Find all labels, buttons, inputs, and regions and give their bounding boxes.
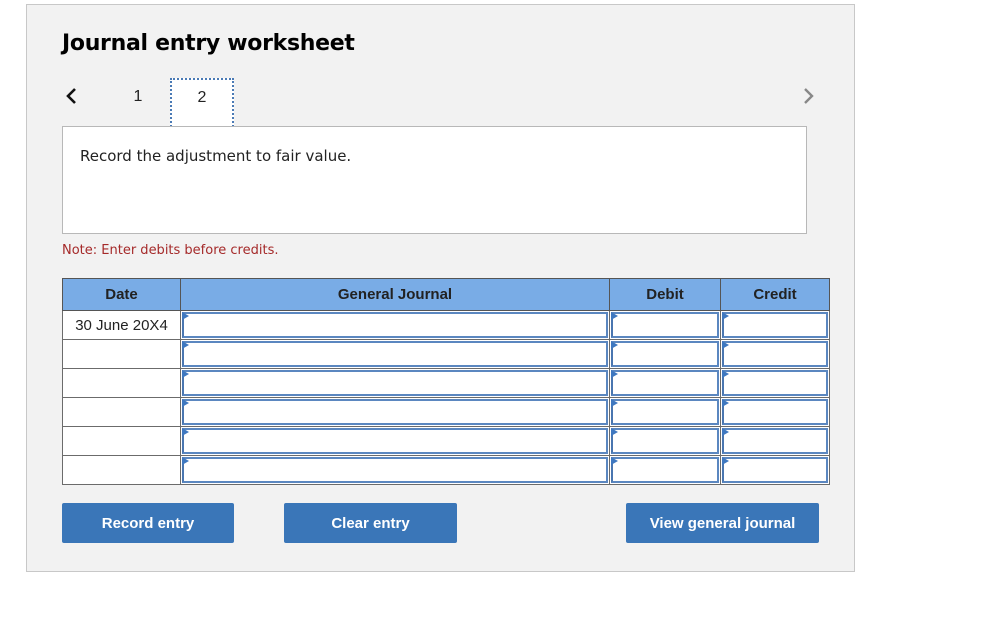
debit-input[interactable] bbox=[611, 457, 719, 483]
account-input[interactable] bbox=[182, 370, 608, 396]
account-cell bbox=[180, 339, 610, 369]
table-row: 30 June 20X4 bbox=[62, 310, 830, 340]
prompt-text: Record the adjustment to fair value. bbox=[80, 147, 352, 165]
table-row bbox=[62, 339, 830, 369]
dropdown-marker-icon bbox=[182, 428, 189, 436]
credit-input[interactable] bbox=[722, 457, 828, 483]
dropdown-marker-icon bbox=[722, 312, 729, 320]
credit-input[interactable] bbox=[722, 341, 828, 367]
dropdown-marker-icon bbox=[611, 312, 618, 320]
table-row bbox=[62, 455, 830, 485]
dropdown-marker-icon bbox=[722, 341, 729, 349]
credit-cell bbox=[720, 397, 830, 427]
chevron-right-icon bbox=[804, 88, 814, 104]
dropdown-marker-icon bbox=[611, 428, 618, 436]
record-entry-button[interactable]: Record entry bbox=[62, 503, 234, 543]
tab-2[interactable]: 2 bbox=[170, 78, 234, 130]
account-cell bbox=[180, 397, 610, 427]
date-cell: 30 June 20X4 bbox=[62, 310, 181, 340]
dropdown-marker-icon bbox=[182, 370, 189, 378]
credit-input[interactable] bbox=[722, 399, 828, 425]
dropdown-marker-icon bbox=[611, 399, 618, 407]
dropdown-marker-icon bbox=[182, 457, 189, 465]
debit-input[interactable] bbox=[611, 341, 719, 367]
note-text: Note: Enter debits before credits. bbox=[62, 243, 279, 258]
dropdown-marker-icon bbox=[182, 312, 189, 320]
debit-cell bbox=[609, 455, 721, 485]
credit-cell bbox=[720, 368, 830, 398]
worksheet-panel: Journal entry worksheet 1 2 Record the a… bbox=[26, 4, 855, 572]
table-row bbox=[62, 397, 830, 427]
debit-cell bbox=[609, 368, 721, 398]
account-input[interactable] bbox=[182, 399, 608, 425]
page-title: Journal entry worksheet bbox=[62, 31, 355, 56]
column-header-debit: Debit bbox=[609, 278, 721, 311]
date-cell bbox=[62, 455, 181, 485]
column-header-date: Date bbox=[62, 278, 181, 311]
tab-1[interactable]: 1 bbox=[123, 78, 153, 128]
table-header-row: Date General Journal Debit Credit bbox=[62, 278, 830, 311]
dropdown-marker-icon bbox=[611, 341, 618, 349]
table-row bbox=[62, 368, 830, 398]
column-header-general-journal: General Journal bbox=[180, 278, 610, 311]
credit-cell bbox=[720, 339, 830, 369]
prompt-box: Record the adjustment to fair value. bbox=[62, 126, 807, 234]
credit-input[interactable] bbox=[722, 370, 828, 396]
credit-cell bbox=[720, 426, 830, 456]
account-cell bbox=[180, 455, 610, 485]
dropdown-marker-icon bbox=[722, 370, 729, 378]
debit-input[interactable] bbox=[611, 312, 719, 338]
account-cell bbox=[180, 310, 610, 340]
debit-input[interactable] bbox=[611, 370, 719, 396]
clear-entry-button[interactable]: Clear entry bbox=[284, 503, 457, 543]
chevron-left-icon bbox=[66, 88, 76, 104]
date-cell bbox=[62, 426, 181, 456]
dropdown-marker-icon bbox=[722, 399, 729, 407]
debit-cell bbox=[609, 339, 721, 369]
column-header-credit: Credit bbox=[720, 278, 830, 311]
view-general-journal-button[interactable]: View general journal bbox=[626, 503, 819, 543]
dropdown-marker-icon bbox=[611, 370, 618, 378]
date-cell bbox=[62, 368, 181, 398]
account-input[interactable] bbox=[182, 428, 608, 454]
debit-cell bbox=[609, 397, 721, 427]
table-row bbox=[62, 426, 830, 456]
prev-button[interactable] bbox=[63, 85, 79, 107]
account-cell bbox=[180, 368, 610, 398]
account-input[interactable] bbox=[182, 341, 608, 367]
dropdown-marker-icon bbox=[611, 457, 618, 465]
journal-table: Date General Journal Debit Credit 30 Jun… bbox=[62, 278, 830, 485]
dropdown-marker-icon bbox=[182, 341, 189, 349]
dropdown-marker-icon bbox=[722, 428, 729, 436]
debit-input[interactable] bbox=[611, 399, 719, 425]
debit-cell bbox=[609, 310, 721, 340]
date-cell bbox=[62, 397, 181, 427]
account-cell bbox=[180, 426, 610, 456]
account-input[interactable] bbox=[182, 312, 608, 338]
dropdown-marker-icon bbox=[722, 457, 729, 465]
debit-input[interactable] bbox=[611, 428, 719, 454]
credit-input[interactable] bbox=[722, 428, 828, 454]
credit-cell bbox=[720, 310, 830, 340]
date-cell bbox=[62, 339, 181, 369]
next-button[interactable] bbox=[801, 85, 817, 107]
account-input[interactable] bbox=[182, 457, 608, 483]
debit-cell bbox=[609, 426, 721, 456]
credit-cell bbox=[720, 455, 830, 485]
credit-input[interactable] bbox=[722, 312, 828, 338]
dropdown-marker-icon bbox=[182, 399, 189, 407]
